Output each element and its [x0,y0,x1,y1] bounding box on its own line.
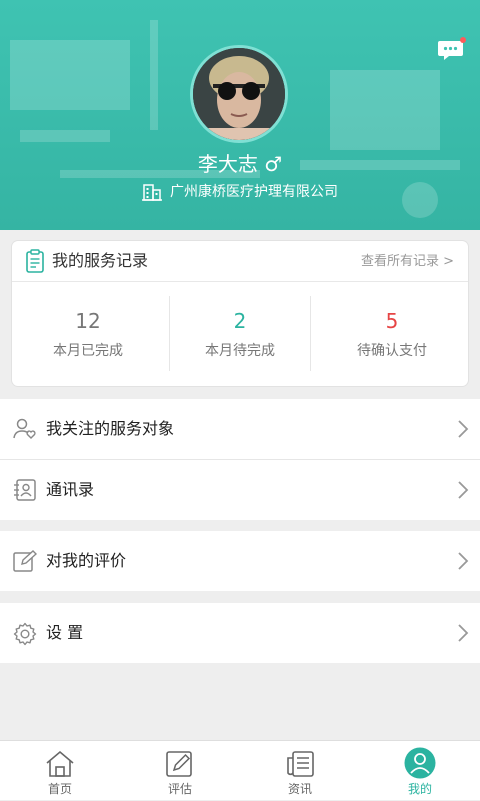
user-heart-icon [13,418,36,439]
menu-item-contacts[interactable]: 通讯录 [0,460,480,520]
stat-pending-label: 本月待完成 [205,343,275,359]
bottom-tab-bar: 首页 评估 资讯 我的 [0,740,480,800]
news-icon [287,751,314,777]
stat-completed-value: 12 [75,309,101,333]
card-title: 我的服务记录 [52,251,149,270]
building-icon [142,184,162,201]
edit-review-icon [13,550,37,572]
avatar[interactable] [190,45,288,143]
profile-header: 李大志 ♂ 广州康桥医疗护理有限公司 [0,0,480,230]
chevron-right-icon [458,624,469,642]
chevron-right-icon [458,420,469,438]
profile-icon [404,747,436,779]
company-name: 广州康桥医疗护理有限公司 [170,184,338,200]
tab-assess[interactable]: 评估 [120,741,240,801]
menu-item-followed[interactable]: 我关注的服务对象 [0,399,480,459]
service-record-card: 我的服务记录 查看所有记录 > 12 本月已完成 2 本月待完成 5 待确认支付 [12,241,468,386]
chat-icon [438,37,466,60]
card-header: 我的服务记录 查看所有记录 > [12,241,468,282]
stat-completed[interactable]: 12 本月已完成 [12,296,164,371]
tab-label: 评估 [167,782,192,796]
menu-item-label: 对我的评价 [46,551,127,570]
stat-payment[interactable]: 5 待确认支付 [316,296,468,371]
view-all-records-link[interactable]: 查看所有记录 > [361,252,454,272]
stat-payment-label: 待确认支付 [357,343,427,359]
stat-pending[interactable]: 2 本月待完成 [164,296,316,371]
tab-label: 资讯 [287,782,312,796]
stat-pending-value: 2 [233,309,247,333]
user-name: 李大志 ♂ [197,152,283,176]
gear-icon [13,622,37,646]
chevron-right-icon [458,481,469,499]
stat-completed-label: 本月已完成 [53,343,123,359]
stats-row: 12 本月已完成 2 本月待完成 5 待确认支付 [12,296,468,371]
menu-item-reviews[interactable]: 对我的评价 [0,531,480,591]
stat-divider [310,296,311,371]
home-icon [46,750,74,777]
tab-news[interactable]: 资讯 [240,741,360,801]
menu-item-label: 通讯录 [46,480,95,499]
tab-label: 首页 [47,782,72,796]
contacts-icon [14,479,36,501]
clipboard-icon [26,249,44,273]
company-line: 广州康桥医疗护理有限公司 [0,181,480,203]
edit-icon [166,751,192,777]
message-button[interactable] [437,36,467,64]
avatar-image [193,48,285,140]
chevron-right-icon [458,552,469,570]
menu-item-label: 我关注的服务对象 [46,419,175,438]
tab-mine[interactable]: 我的 [360,741,480,801]
menu-item-settings[interactable]: 设 置 [0,603,480,663]
tab-label: 我的 [407,782,432,796]
tab-home[interactable]: 首页 [0,741,120,801]
stat-payment-value: 5 [385,309,399,333]
menu-item-label: 设 置 [46,623,84,642]
